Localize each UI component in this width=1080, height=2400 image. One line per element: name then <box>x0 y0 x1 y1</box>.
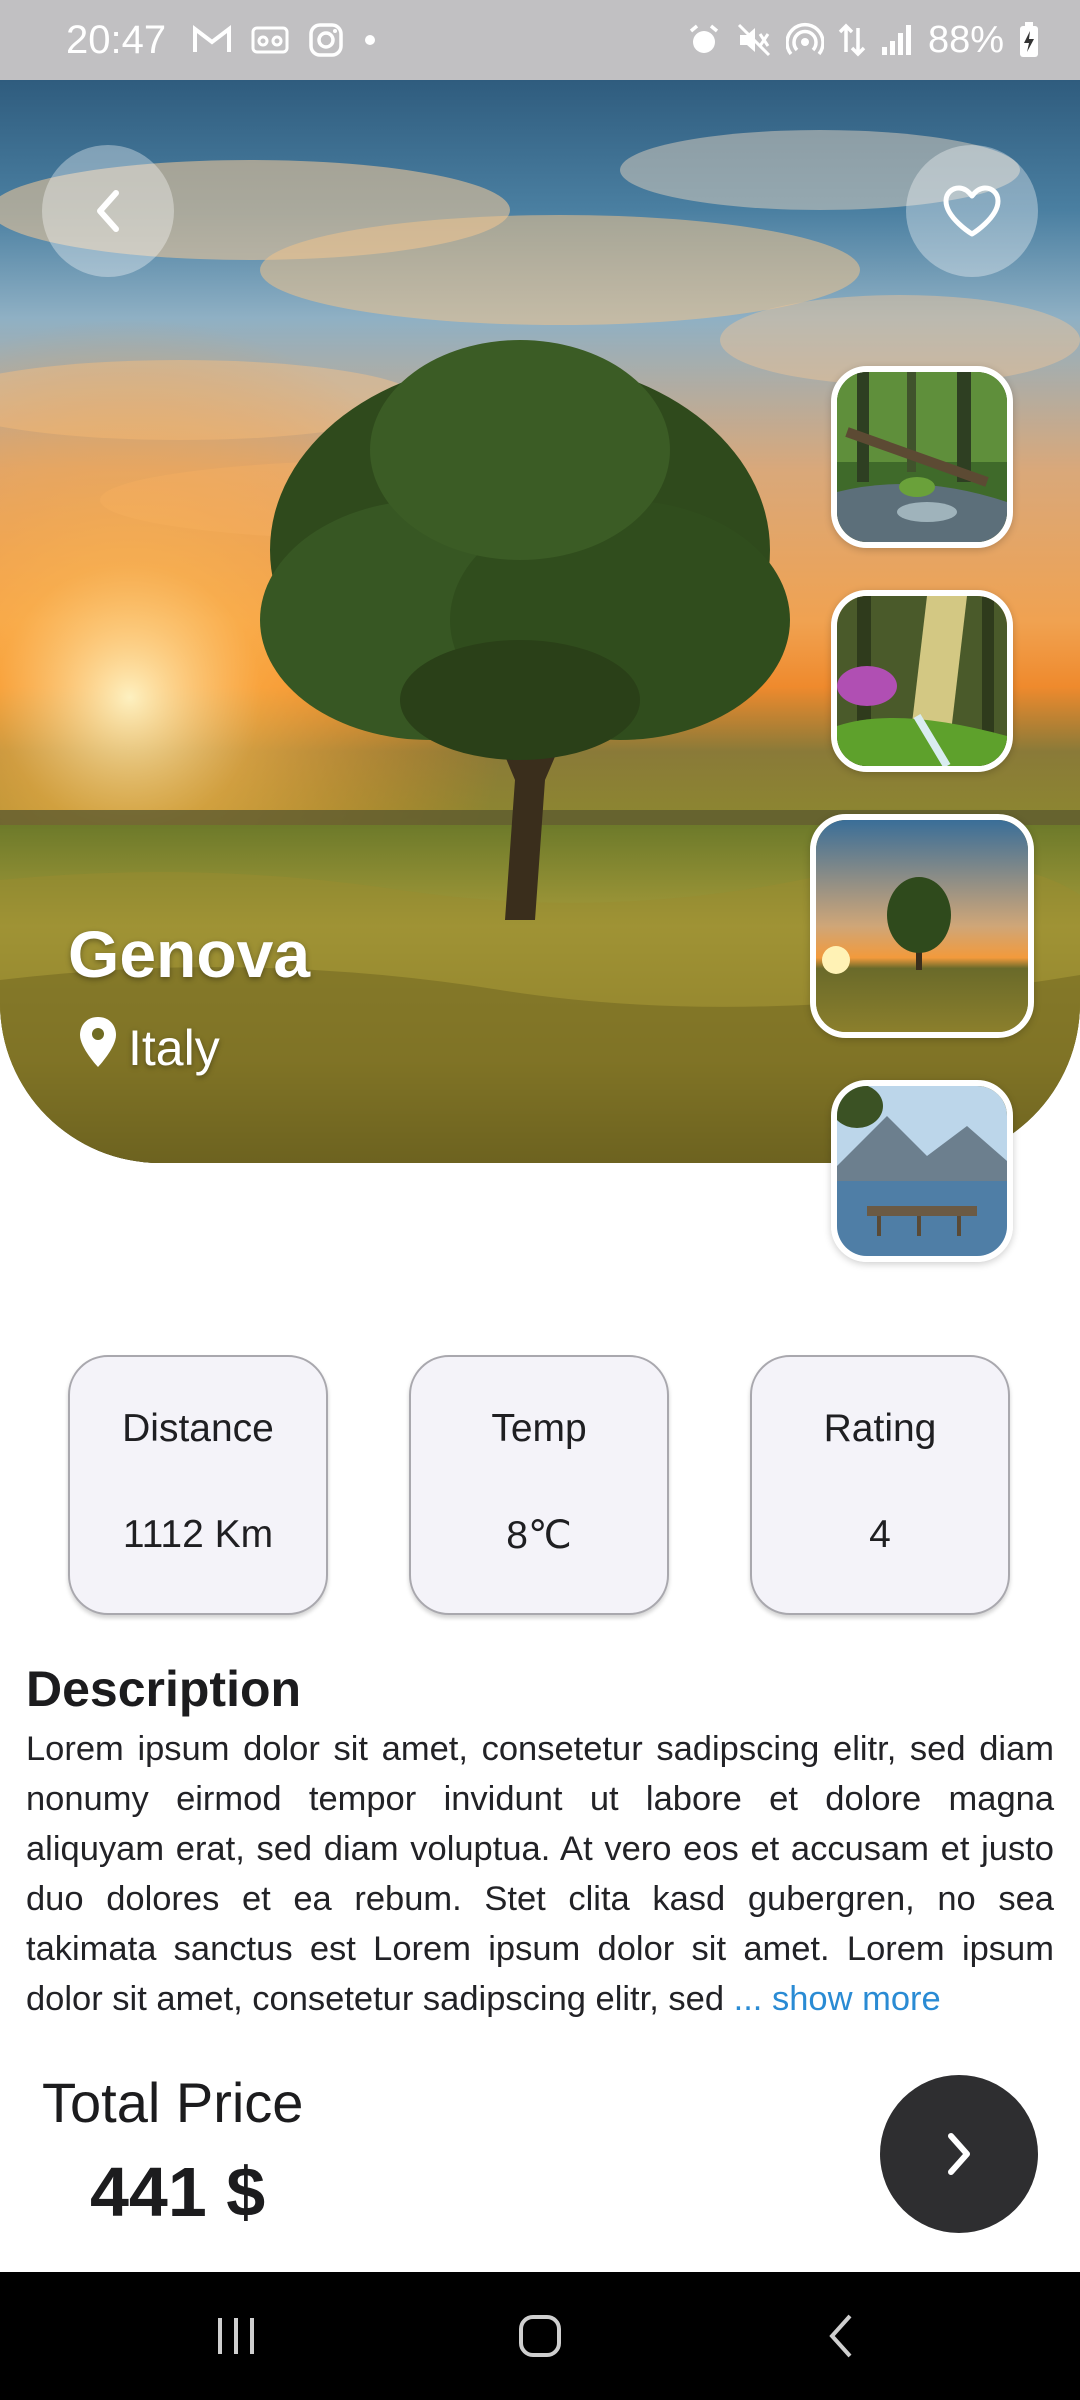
system-back-button[interactable] <box>762 2272 922 2400</box>
show-more-link[interactable]: ... show more <box>734 1980 941 2018</box>
location-pin-icon <box>78 1015 118 1081</box>
chevron-left-icon <box>97 190 119 232</box>
lake-pier-image <box>837 1086 1007 1256</box>
destination-title: Genova <box>68 917 311 991</box>
stat-label: Rating <box>823 1407 937 1450</box>
location-label: Italy <box>128 1020 220 1076</box>
back-arrow-icon <box>829 2314 852 2358</box>
status-bar: 20:47 88% <box>0 0 1080 80</box>
sunlit-forest-image <box>837 596 1007 766</box>
tree-sunset-image <box>816 820 1028 1032</box>
next-button[interactable] <box>880 2075 1038 2233</box>
forest-stream-image <box>837 372 1007 542</box>
favorite-button[interactable] <box>906 145 1038 277</box>
stat-value: 8℃ <box>506 1514 572 1557</box>
battery-percent: 88% <box>927 18 1004 61</box>
stat-label: Temp <box>491 1407 587 1450</box>
back-button[interactable] <box>42 145 174 277</box>
alarm-icon <box>686 22 722 58</box>
home-icon <box>519 2315 561 2357</box>
recent-apps-button[interactable] <box>156 2272 316 2400</box>
dot-icon <box>362 32 378 48</box>
total-price-value: 441 $ <box>90 2153 266 2231</box>
signal-icon <box>880 23 914 57</box>
recent-apps-icon <box>218 2318 254 2354</box>
stat-card-rating: Rating 4 <box>750 1355 1010 1615</box>
description-heading: Description <box>26 1661 302 1717</box>
hotspot-icon <box>785 22 824 58</box>
gallery-thumbnail-tree-sunset[interactable] <box>810 814 1034 1038</box>
description-text: Lorem ipsum dolor sit amet, consetetur s… <box>26 1724 1054 2024</box>
voicemail-icon <box>250 24 290 56</box>
description-body: Lorem ipsum dolor sit amet, consetetur s… <box>26 1730 1054 2018</box>
total-price-label: Total Price <box>42 2071 304 2134</box>
heart-icon <box>943 185 1001 237</box>
gmail-icon <box>192 24 232 56</box>
home-button[interactable] <box>460 2272 620 2400</box>
stat-label: Distance <box>122 1407 274 1450</box>
instagram-icon <box>308 22 344 58</box>
gallery-thumbnail-forest-stream[interactable] <box>831 366 1013 548</box>
status-time: 20:47 <box>66 17 167 62</box>
stat-card-distance: Distance 1112 Km <box>68 1355 328 1615</box>
stat-value: 4 <box>869 1513 891 1556</box>
chevron-right-icon <box>948 2133 970 2175</box>
battery-icon <box>1018 21 1040 59</box>
destination-location: Italy <box>78 1015 220 1081</box>
gallery-thumbnail-lake-pier[interactable] <box>831 1080 1013 1262</box>
stat-value: 1112 Km <box>122 1513 274 1556</box>
gallery-thumbnail-sunlit-forest[interactable] <box>831 590 1013 772</box>
data-icon <box>838 22 866 58</box>
mute-icon <box>736 22 772 58</box>
system-navigation-bar <box>0 2272 1080 2400</box>
stat-card-temp: Temp 8℃ <box>409 1355 669 1615</box>
